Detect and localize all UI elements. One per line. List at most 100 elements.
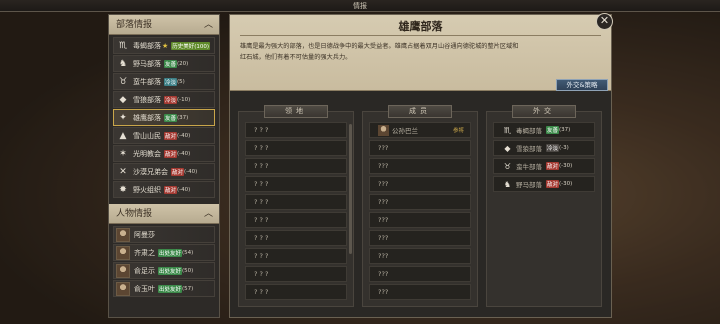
tribes-section-header[interactable]: 部落情报 ︿ bbox=[109, 15, 219, 35]
diplomacy-row[interactable]: ♉ 蛮牛部落 敌对 (-30) bbox=[493, 158, 595, 174]
relation-badge: 冷淡 (-10) bbox=[164, 95, 191, 104]
list-item[interactable]: ? ? ? bbox=[245, 266, 347, 282]
list-item[interactable]: ? ? ? bbox=[245, 122, 347, 138]
chevron-up-icon[interactable]: ︿ bbox=[204, 204, 213, 224]
tribe-name: 野火组织 bbox=[133, 185, 161, 194]
member-name: 公孙巴兰 bbox=[392, 127, 418, 135]
list-item[interactable]: ??? bbox=[369, 194, 471, 210]
tribe-item-wildfire[interactable]: ✸ 野火组织 敌对 (-40) bbox=[113, 181, 215, 198]
window-title: 情报 bbox=[353, 2, 367, 10]
tribe-item-church[interactable]: ✶ 光明教会 敌对 (-40) bbox=[113, 145, 215, 162]
tribe-item-horse[interactable]: ♞ 野马部落 友善 (20) bbox=[113, 55, 215, 72]
scrollbar[interactable] bbox=[349, 124, 352, 254]
tribe-description: 雄鹰是最为强大的部落，也是日德战争中的最大受益者。雄鹰占据着双月山谷通向德驼城的… bbox=[240, 41, 602, 63]
star-icon: ★ bbox=[162, 41, 169, 50]
mountain-icon: ▲ bbox=[119, 130, 127, 141]
relation-value: (20) bbox=[177, 60, 189, 67]
tribe-name: 野马部落 bbox=[516, 181, 542, 189]
tribe-name: 蛮牛部落 bbox=[133, 77, 161, 86]
relation-label: 出处友好 bbox=[158, 266, 183, 275]
relation-value: (-30) bbox=[559, 163, 573, 169]
person-item[interactable]: 阿曼莎 bbox=[113, 226, 215, 243]
relation-value: (37) bbox=[177, 114, 189, 121]
list-item[interactable]: ? ? ? bbox=[245, 158, 347, 174]
diplomacy-row[interactable]: ♞ 野马部落 敌对 (-30) bbox=[493, 176, 595, 192]
diplomacy-list: ♏ 毒蝎部落 友善 (37) ◆ 雪狼部落 冷淡 (-3) ♉ 蛮牛部落 敌对 … bbox=[493, 122, 595, 302]
relation-value: (54) bbox=[182, 249, 194, 256]
tribe-item-bull[interactable]: ♉ 蛮牛部落 冷淡 (5) bbox=[113, 73, 215, 90]
members-header: 成员 bbox=[388, 105, 452, 118]
wolf-icon: ◆ bbox=[119, 94, 127, 105]
list-item[interactable]: ??? bbox=[369, 212, 471, 228]
relation-badge: 出处友好 (50) bbox=[158, 266, 193, 275]
chevron-up-icon[interactable]: ︿ bbox=[204, 15, 213, 35]
list-item[interactable]: ??? bbox=[369, 158, 471, 174]
territory-column: 领地 ? ? ? ? ? ? ? ? ? ? ? ? ? ? ? ? ? ? ?… bbox=[238, 105, 354, 307]
relation-badge: 历史美好(100) bbox=[171, 41, 211, 50]
relation-value: (-10) bbox=[177, 96, 191, 103]
blades-icon: ✕ bbox=[119, 166, 127, 177]
person-name: 俞足示 bbox=[134, 266, 155, 275]
divider bbox=[240, 35, 601, 36]
relation-value: (-40) bbox=[177, 150, 191, 157]
diplomacy-row[interactable]: ♏ 毒蝎部落 友善 (37) bbox=[493, 122, 595, 138]
tribe-name: 雪狼部落 bbox=[133, 95, 161, 104]
avatar bbox=[116, 227, 130, 242]
people-section-title: 人物情报 bbox=[116, 209, 153, 219]
list-item[interactable]: ??? bbox=[369, 140, 471, 156]
relation-badge: 敌对 (-40) bbox=[171, 167, 198, 176]
diplomacy-header: 外交 bbox=[512, 105, 576, 118]
tribe-name: 沙漠兄弟会 bbox=[133, 167, 168, 176]
relation-label: 出处友好 bbox=[158, 284, 183, 293]
relation-label: 敌对 bbox=[546, 162, 560, 170]
relation-label: 敌对 bbox=[164, 131, 178, 140]
tribe-item-eagle[interactable]: ✦ 雄鹰部落 友善 (37) bbox=[113, 109, 215, 126]
list-item[interactable]: ? ? ? bbox=[245, 248, 347, 264]
tribe-name: 毒蝎部落 bbox=[516, 127, 542, 135]
list-item[interactable]: ? ? ? bbox=[245, 212, 347, 228]
person-name: 俞玉叶 bbox=[134, 284, 155, 293]
person-item[interactable]: 俞玉叶 出处友好 (57) bbox=[113, 280, 215, 297]
list-item[interactable]: ? ? ? bbox=[245, 230, 347, 246]
close-icon[interactable]: ✕ bbox=[596, 13, 613, 30]
bull-icon: ♉ bbox=[118, 76, 128, 87]
person-item[interactable]: 俞足示 出处友好 (50) bbox=[113, 262, 215, 279]
relation-badge: 敌对 (-40) bbox=[164, 149, 191, 158]
person-item[interactable]: 齐肃之 出处友好 (54) bbox=[113, 244, 215, 261]
list-item[interactable]: ??? bbox=[369, 176, 471, 192]
relation-badge: 友善 (20) bbox=[164, 59, 189, 68]
person-name: 齐肃之 bbox=[134, 248, 155, 257]
relation-label: 敌对 bbox=[546, 180, 560, 188]
relation-label: 冷淡 bbox=[164, 95, 178, 104]
relation-value: (5) bbox=[177, 78, 185, 85]
diplomacy-strategy-button[interactable]: 外交&策略 bbox=[556, 79, 608, 91]
description-line: 红石城，他们有着不可估量的强大兵力。 bbox=[240, 54, 352, 61]
territory-header: 领地 bbox=[264, 105, 328, 118]
relation-value: (-40) bbox=[184, 168, 198, 175]
relation-label: 敌对 bbox=[164, 149, 178, 158]
tribe-item-mountain-folk[interactable]: ▲ 雪山山民 敌对 (-40) bbox=[113, 127, 215, 144]
description-line: 雄鹰是最为强大的部落，也是日德战争中的最大受益者。雄鹰占据着双月山谷通向德驼城的… bbox=[240, 43, 519, 50]
list-item[interactable]: ? ? ? bbox=[245, 284, 347, 300]
list-item[interactable]: ??? bbox=[369, 230, 471, 246]
tribe-name: 毒蝎部落 bbox=[133, 41, 161, 50]
list-item[interactable]: ??? bbox=[369, 248, 471, 264]
tribes-section-title: 部落情报 bbox=[116, 20, 153, 30]
people-list: 阿曼莎 齐肃之 出处友好 (54) 俞足示 出处友好 (50) 俞玉叶 出处友好… bbox=[109, 224, 219, 297]
horse-icon: ♞ bbox=[118, 58, 128, 69]
people-section-header[interactable]: 人物情报 ︿ bbox=[109, 204, 219, 224]
list-item[interactable]: ? ? ? bbox=[245, 176, 347, 192]
list-item[interactable]: ? ? ? bbox=[245, 140, 347, 156]
diplomacy-row[interactable]: ◆ 雪狼部落 冷淡 (-3) bbox=[493, 140, 595, 156]
tribe-item-wolf[interactable]: ◆ 雪狼部落 冷淡 (-10) bbox=[113, 91, 215, 108]
list-item[interactable]: ??? bbox=[369, 284, 471, 300]
relation-label: 友善 bbox=[164, 113, 178, 122]
avatar bbox=[116, 245, 130, 260]
tribe-item-scorpion[interactable]: ♏ 毒蝎部落 ★ 历史美好(100) bbox=[113, 37, 215, 54]
tribe-item-desert-brotherhood[interactable]: ✕ 沙漠兄弟会 敌对 (-40) bbox=[113, 163, 215, 180]
list-item[interactable]: ??? bbox=[369, 266, 471, 282]
member-row[interactable]: 公孙巴兰 参将 bbox=[369, 122, 471, 138]
relation-value: (-3) bbox=[559, 145, 569, 151]
relation-badge: 敌对 (-30) bbox=[546, 162, 572, 170]
list-item[interactable]: ? ? ? bbox=[245, 194, 347, 210]
